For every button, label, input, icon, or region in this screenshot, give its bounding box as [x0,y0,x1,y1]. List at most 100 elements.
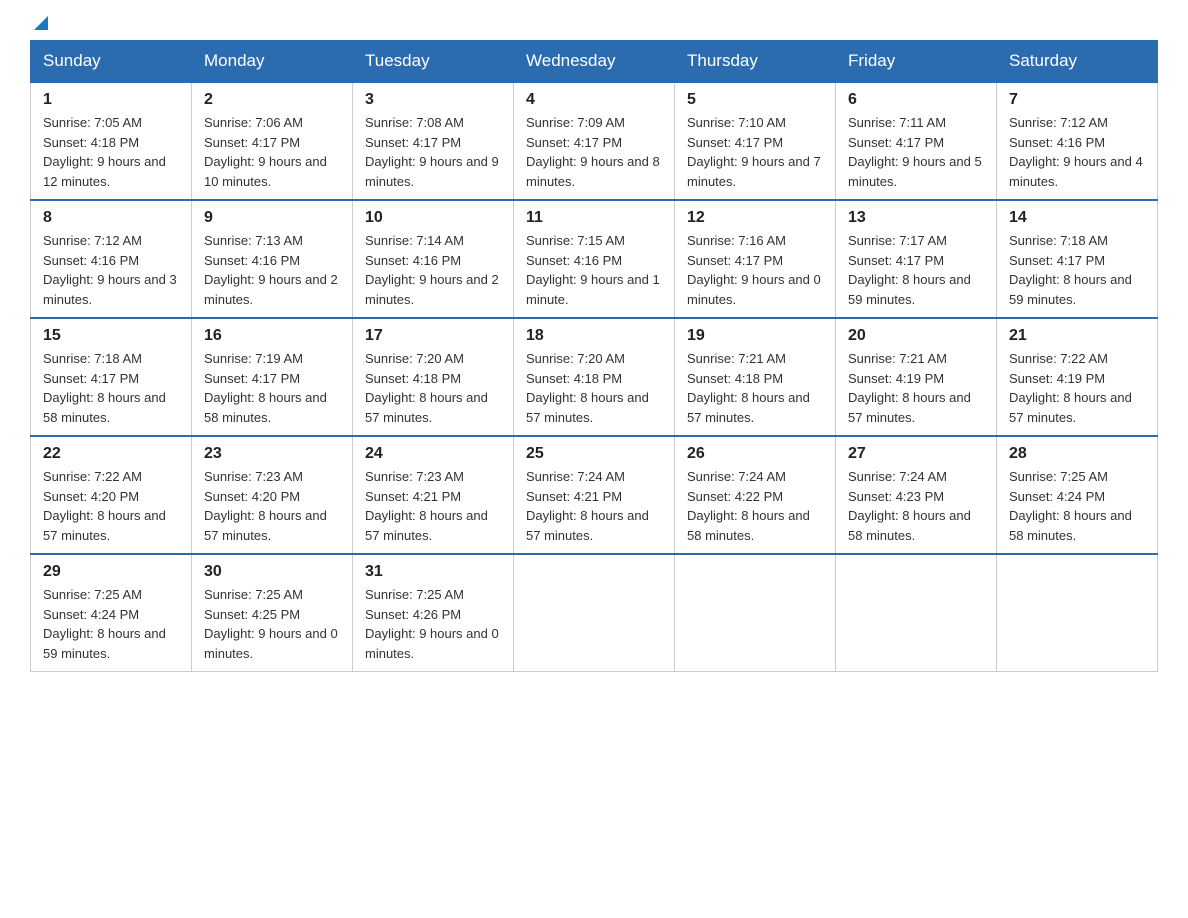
day-info: Sunrise: 7:21 AMSunset: 4:18 PMDaylight:… [687,349,823,427]
day-number: 20 [848,327,984,345]
day-info: Sunrise: 7:24 AMSunset: 4:23 PMDaylight:… [848,467,984,545]
day-number: 29 [43,563,179,581]
day-info: Sunrise: 7:22 AMSunset: 4:20 PMDaylight:… [43,467,179,545]
calendar-cell: 4Sunrise: 7:09 AMSunset: 4:17 PMDaylight… [514,82,675,200]
calendar-cell [997,554,1158,672]
day-number: 10 [365,209,501,227]
day-info: Sunrise: 7:24 AMSunset: 4:21 PMDaylight:… [526,467,662,545]
calendar-cell: 11 Sunrise: 7:15 AMSunset: 4:16 PMDayligh… [514,200,675,318]
calendar-table: SundayMondayTuesdayWednesdayThursdayFrid… [30,40,1158,672]
calendar-cell: 9 Sunrise: 7:13 AMSunset: 4:16 PMDaylight… [192,200,353,318]
day-info: Sunrise: 7:08 AMSunset: 4:17 PMDaylight:… [365,113,501,191]
day-number: 16 [204,327,340,345]
day-number: 11 [526,209,662,227]
day-number: 6 [848,91,984,109]
calendar-cell: 18Sunrise: 7:20 AMSunset: 4:18 PMDayligh… [514,318,675,436]
day-header-saturday: Saturday [997,41,1158,83]
calendar-cell: 7 Sunrise: 7:12 AMSunset: 4:16 PMDaylight… [997,82,1158,200]
calendar-cell: 2Sunrise: 7:06 AMSunset: 4:17 PMDaylight… [192,82,353,200]
calendar-cell: 17 Sunrise: 7:20 AMSunset: 4:18 PMDayligh… [353,318,514,436]
day-info: Sunrise: 7:18 AMSunset: 4:17 PMDaylight:… [43,349,179,427]
calendar-cell: 31Sunrise: 7:25 AMSunset: 4:26 PMDayligh… [353,554,514,672]
day-number: 28 [1009,445,1145,463]
calendar-cell: 29 Sunrise: 7:25 AMSunset: 4:24 PMDayligh… [31,554,192,672]
calendar-cell: 16 Sunrise: 7:19 AMSunset: 4:17 PMDayligh… [192,318,353,436]
day-info: Sunrise: 7:13 AMSunset: 4:16 PMDaylight:… [204,231,340,309]
day-info: Sunrise: 7:24 AMSunset: 4:22 PMDaylight:… [687,467,823,545]
day-number: 1 [43,91,179,109]
calendar-cell: 10 Sunrise: 7:14 AMSunset: 4:16 PMDayligh… [353,200,514,318]
day-number: 15 [43,327,179,345]
day-header-tuesday: Tuesday [353,41,514,83]
day-header-wednesday: Wednesday [514,41,675,83]
calendar-cell: 20 Sunrise: 7:21 AMSunset: 4:19 PMDayligh… [836,318,997,436]
calendar-week-row: 29 Sunrise: 7:25 AMSunset: 4:24 PMDayligh… [31,554,1158,672]
calendar-header-row: SundayMondayTuesdayWednesdayThursdayFrid… [31,41,1158,83]
day-number: 17 [365,327,501,345]
day-number: 23 [204,445,340,463]
day-info: Sunrise: 7:25 AMSunset: 4:25 PMDaylight:… [204,585,340,663]
day-info: Sunrise: 7:11 AMSunset: 4:17 PMDaylight:… [848,113,984,191]
day-info: Sunrise: 7:20 AMSunset: 4:18 PMDaylight:… [526,349,662,427]
day-number: 21 [1009,327,1145,345]
calendar-cell: 25Sunrise: 7:24 AMSunset: 4:21 PMDayligh… [514,436,675,554]
day-info: Sunrise: 7:06 AMSunset: 4:17 PMDaylight:… [204,113,340,191]
day-number: 7 [1009,91,1145,109]
logo [30,20,48,30]
day-number: 5 [687,91,823,109]
calendar-week-row: 1 Sunrise: 7:05 AMSunset: 4:18 PMDaylight… [31,82,1158,200]
calendar-cell: 3 Sunrise: 7:08 AMSunset: 4:17 PMDaylight… [353,82,514,200]
calendar-cell: 28 Sunrise: 7:25 AMSunset: 4:24 PMDayligh… [997,436,1158,554]
day-number: 9 [204,209,340,227]
calendar-cell: 12 Sunrise: 7:16 AMSunset: 4:17 PMDayligh… [675,200,836,318]
logo-arrow-icon [34,16,48,30]
calendar-cell: 15 Sunrise: 7:18 AMSunset: 4:17 PMDayligh… [31,318,192,436]
calendar-cell: 21 Sunrise: 7:22 AMSunset: 4:19 PMDayligh… [997,318,1158,436]
page-header [30,20,1158,30]
calendar-cell: 14Sunrise: 7:18 AMSunset: 4:17 PMDayligh… [997,200,1158,318]
day-number: 24 [365,445,501,463]
day-number: 30 [204,563,340,581]
day-info: Sunrise: 7:18 AMSunset: 4:17 PMDaylight:… [1009,231,1145,309]
day-info: Sunrise: 7:23 AMSunset: 4:20 PMDaylight:… [204,467,340,545]
day-info: Sunrise: 7:23 AMSunset: 4:21 PMDaylight:… [365,467,501,545]
day-number: 27 [848,445,984,463]
calendar-cell: 1 Sunrise: 7:05 AMSunset: 4:18 PMDaylight… [31,82,192,200]
day-number: 22 [43,445,179,463]
calendar-cell: 24 Sunrise: 7:23 AMSunset: 4:21 PMDayligh… [353,436,514,554]
day-info: Sunrise: 7:25 AMSunset: 4:24 PMDaylight:… [1009,467,1145,545]
day-number: 31 [365,563,501,581]
calendar-cell: 22 Sunrise: 7:22 AMSunset: 4:20 PMDayligh… [31,436,192,554]
calendar-cell: 27 Sunrise: 7:24 AMSunset: 4:23 PMDayligh… [836,436,997,554]
day-number: 12 [687,209,823,227]
day-info: Sunrise: 7:09 AMSunset: 4:17 PMDaylight:… [526,113,662,191]
calendar-cell: 19Sunrise: 7:21 AMSunset: 4:18 PMDayligh… [675,318,836,436]
day-info: Sunrise: 7:17 AMSunset: 4:17 PMDaylight:… [848,231,984,309]
calendar-cell: 13Sunrise: 7:17 AMSunset: 4:17 PMDayligh… [836,200,997,318]
day-header-sunday: Sunday [31,41,192,83]
calendar-cell: 8 Sunrise: 7:12 AMSunset: 4:16 PMDaylight… [31,200,192,318]
day-header-thursday: Thursday [675,41,836,83]
day-info: Sunrise: 7:21 AMSunset: 4:19 PMDaylight:… [848,349,984,427]
calendar-week-row: 8 Sunrise: 7:12 AMSunset: 4:16 PMDaylight… [31,200,1158,318]
day-header-friday: Friday [836,41,997,83]
day-info: Sunrise: 7:16 AMSunset: 4:17 PMDaylight:… [687,231,823,309]
calendar-cell: 6 Sunrise: 7:11 AMSunset: 4:17 PMDaylight… [836,82,997,200]
calendar-cell [836,554,997,672]
day-info: Sunrise: 7:15 AMSunset: 4:16 PMDaylight:… [526,231,662,309]
day-info: Sunrise: 7:05 AMSunset: 4:18 PMDaylight:… [43,113,179,191]
day-info: Sunrise: 7:10 AMSunset: 4:17 PMDaylight:… [687,113,823,191]
day-info: Sunrise: 7:22 AMSunset: 4:19 PMDaylight:… [1009,349,1145,427]
day-info: Sunrise: 7:14 AMSunset: 4:16 PMDaylight:… [365,231,501,309]
calendar-week-row: 22 Sunrise: 7:22 AMSunset: 4:20 PMDayligh… [31,436,1158,554]
day-info: Sunrise: 7:25 AMSunset: 4:24 PMDaylight:… [43,585,179,663]
day-info: Sunrise: 7:12 AMSunset: 4:16 PMDaylight:… [43,231,179,309]
day-info: Sunrise: 7:19 AMSunset: 4:17 PMDaylight:… [204,349,340,427]
day-header-monday: Monday [192,41,353,83]
day-info: Sunrise: 7:12 AMSunset: 4:16 PMDaylight:… [1009,113,1145,191]
calendar-cell: 5 Sunrise: 7:10 AMSunset: 4:17 PMDaylight… [675,82,836,200]
day-number: 8 [43,209,179,227]
calendar-cell [514,554,675,672]
day-number: 3 [365,91,501,109]
day-info: Sunrise: 7:20 AMSunset: 4:18 PMDaylight:… [365,349,501,427]
